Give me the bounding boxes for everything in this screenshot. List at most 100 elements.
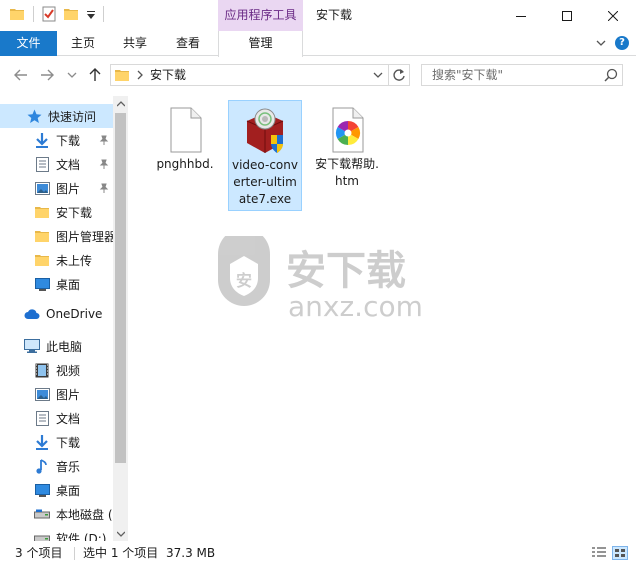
folder-icon bbox=[34, 204, 50, 220]
download-icon bbox=[34, 132, 50, 148]
watermark-cn: 安下载 bbox=[286, 248, 406, 294]
sidebar-item-downloads-pc[interactable]: 下载 bbox=[0, 430, 113, 454]
scroll-down-button[interactable] bbox=[113, 526, 128, 541]
selection-size: 37.3 MB bbox=[166, 546, 216, 560]
nav-scrollbar[interactable] bbox=[113, 96, 128, 541]
arrow-left-icon bbox=[14, 69, 27, 81]
sidebar-item-pictures-pc[interactable]: 图片 bbox=[0, 382, 113, 406]
search-icon[interactable] bbox=[604, 68, 618, 82]
file-item[interactable]: 安下载帮助.htm bbox=[310, 100, 384, 192]
desktop-icon bbox=[34, 276, 50, 292]
music-icon bbox=[34, 458, 50, 474]
file-list[interactable]: 安 安下载 anxz.com pnghhbd. video-converter-… bbox=[130, 96, 636, 541]
ribbon-tabs: 文件 主页 共享 查看 管理 ? bbox=[0, 31, 636, 57]
minimize-icon bbox=[516, 15, 526, 17]
scroll-up-button[interactable] bbox=[113, 96, 128, 111]
sidebar-item-local-disk-c[interactable]: 本地磁盘 (C bbox=[0, 502, 113, 526]
watermark-logo: 安 安下载 anxz.com bbox=[218, 236, 423, 323]
sidebar-item-documents-pc[interactable]: 文档 bbox=[0, 406, 113, 430]
close-button[interactable] bbox=[590, 0, 636, 31]
properties-icon[interactable] bbox=[41, 6, 57, 22]
computer-icon bbox=[24, 338, 40, 354]
chevron-down-icon bbox=[116, 531, 125, 537]
new-folder-icon[interactable] bbox=[64, 7, 78, 21]
up-button[interactable] bbox=[86, 66, 104, 84]
arrow-up-icon bbox=[89, 68, 101, 81]
desktop-icon bbox=[34, 482, 50, 498]
maximize-icon bbox=[562, 10, 572, 21]
search-placeholder: 搜索"安下载" bbox=[432, 68, 504, 82]
sidebar-item-onedrive[interactable]: OneDrive bbox=[0, 302, 113, 326]
sidebar-item-this-pc[interactable]: 此电脑 bbox=[0, 334, 113, 358]
sidebar-item-quick-access[interactable]: 快速访问 bbox=[0, 104, 113, 128]
tab-manage[interactable]: 管理 bbox=[218, 31, 303, 57]
arrow-right-icon bbox=[41, 69, 54, 81]
close-icon bbox=[608, 10, 618, 21]
chevron-right-icon[interactable] bbox=[135, 68, 145, 82]
file-item[interactable]: pnghhbd. bbox=[148, 100, 222, 175]
folder-icon[interactable] bbox=[10, 7, 24, 21]
folder-icon bbox=[34, 252, 50, 268]
back-button[interactable] bbox=[12, 66, 30, 84]
sidebar-item-documents[interactable]: 文档 bbox=[0, 152, 113, 176]
folder-icon bbox=[34, 228, 50, 244]
file-name: video-converter-ultimate7.exe bbox=[232, 158, 298, 206]
tab-share[interactable]: 共享 bbox=[112, 31, 158, 56]
large-icons-view-icon[interactable] bbox=[612, 546, 628, 560]
picture-icon bbox=[34, 386, 50, 402]
sidebar-item-not-uploaded[interactable]: 未上传 bbox=[0, 248, 113, 272]
sidebar-item-anxz[interactable]: 安下载 bbox=[0, 200, 113, 224]
sidebar-item-desktop[interactable]: 桌面 bbox=[0, 272, 113, 296]
sidebar-item-downloads[interactable]: 下载 bbox=[0, 128, 113, 152]
chevron-up-icon bbox=[116, 100, 125, 106]
address-path[interactable]: 安下载 bbox=[150, 65, 186, 85]
help-icon[interactable]: ? bbox=[615, 36, 629, 50]
file-item[interactable]: video-converter-ultimate7.exe bbox=[228, 100, 302, 211]
pin-icon bbox=[99, 159, 109, 169]
sidebar-item-desktop-pc[interactable]: 桌面 bbox=[0, 478, 113, 502]
chevron-down-icon bbox=[67, 72, 77, 78]
sidebar-item-image-manager[interactable]: 图片管理器 bbox=[0, 224, 113, 248]
cloud-icon bbox=[24, 306, 40, 322]
tab-view[interactable]: 查看 bbox=[165, 31, 211, 56]
details-view-icon[interactable] bbox=[591, 546, 607, 560]
window-title: 安下载 bbox=[316, 8, 353, 22]
refresh-icon[interactable] bbox=[392, 67, 406, 83]
chevron-down-icon[interactable] bbox=[373, 70, 383, 80]
address-bar[interactable]: 安下载 bbox=[110, 64, 410, 86]
maximize-button[interactable] bbox=[544, 0, 590, 31]
divider bbox=[74, 547, 75, 560]
customize-toolbar-icon[interactable] bbox=[86, 10, 96, 20]
document-icon bbox=[34, 410, 50, 426]
expand-ribbon-icon[interactable] bbox=[595, 37, 607, 49]
status-bar: 3 个项目 选中 1 个项目 37.3 MB bbox=[0, 541, 636, 566]
file-name: pnghhbd. bbox=[156, 157, 214, 171]
divider bbox=[103, 6, 104, 22]
tab-home[interactable]: 主页 bbox=[60, 31, 106, 56]
search-input[interactable]: 搜索"安下载" bbox=[421, 64, 623, 86]
recent-locations-button[interactable] bbox=[63, 66, 81, 84]
sidebar-item-music[interactable]: 音乐 bbox=[0, 454, 113, 478]
context-tab-group-label: 应用程序工具 bbox=[218, 0, 303, 31]
sidebar-item-videos[interactable]: 视频 bbox=[0, 358, 113, 382]
forward-button[interactable] bbox=[38, 66, 56, 84]
scrollbar-thumb[interactable] bbox=[115, 113, 126, 463]
drive-icon bbox=[34, 506, 50, 522]
navigation-pane: 快速访问 下载 文档 图片 安下载 图片管理器 未上传 桌面 OneDrive … bbox=[0, 96, 128, 541]
installer-icon bbox=[246, 108, 284, 153]
sidebar-item-software-d[interactable]: 软件 (D:) bbox=[0, 526, 113, 541]
folder-icon bbox=[115, 70, 129, 81]
sidebar-item-pictures[interactable]: 图片 bbox=[0, 176, 113, 200]
picture-icon bbox=[34, 180, 50, 196]
blank-file-icon bbox=[170, 107, 202, 153]
pin-icon bbox=[99, 183, 109, 193]
selection-count: 选中 1 个项目 bbox=[83, 546, 159, 560]
download-icon bbox=[34, 434, 50, 450]
tab-file[interactable]: 文件 bbox=[0, 31, 57, 56]
pin-icon bbox=[99, 135, 109, 145]
file-name: 安下载帮助.htm bbox=[315, 157, 379, 188]
divider bbox=[33, 6, 34, 22]
video-icon bbox=[34, 362, 50, 378]
title-bar: 应用程序工具 安下载 bbox=[0, 0, 636, 31]
minimize-button[interactable] bbox=[498, 0, 544, 31]
